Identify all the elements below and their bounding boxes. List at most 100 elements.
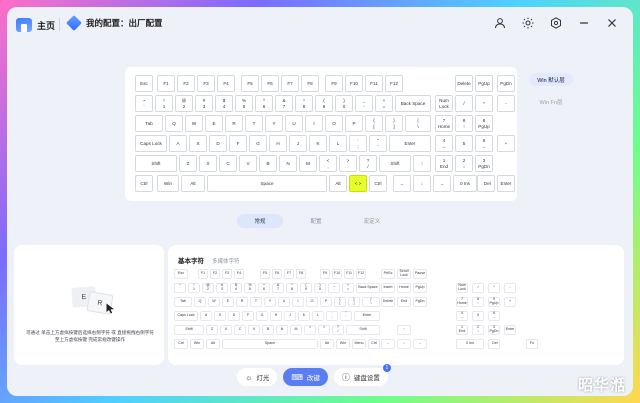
virtual-key[interactable]: F12 (385, 75, 403, 92)
virtual-key[interactable]: 6 → (475, 135, 493, 152)
library-key[interactable]: Z (206, 325, 218, 335)
virtual-key[interactable]: Alt (329, 175, 347, 192)
virtual-key[interactable]: N (279, 155, 297, 172)
library-key[interactable]: PgUp (413, 283, 427, 293)
virtual-key[interactable]: Win (157, 175, 179, 192)
virtual-key[interactable]: Tab (135, 115, 163, 132)
virtual-key[interactable]: * (475, 95, 493, 112)
library-key[interactable]: Win (190, 339, 204, 349)
library-key[interactable]: ^ 6 (258, 283, 270, 293)
library-key[interactable]: L (312, 311, 324, 321)
library-key[interactable]: * 8 (286, 283, 298, 293)
virtual-key[interactable]: F2 (177, 75, 195, 92)
virtual-key[interactable]: PgUp (475, 75, 493, 92)
library-key[interactable]: P (320, 297, 332, 307)
virtual-key[interactable]: Shift (379, 155, 411, 172)
virtual-key[interactable]: / (455, 95, 473, 112)
virtual-key[interactable]: F3 (197, 75, 215, 92)
virtual-key[interactable]: C (219, 155, 237, 172)
library-key[interactable]: Space (222, 339, 318, 349)
virtual-key[interactable]: 9 PgUp (475, 115, 493, 132)
library-key[interactable]: O (306, 297, 318, 307)
virtual-key[interactable]: " ' (369, 135, 387, 152)
library-key[interactable]: $ 4 (230, 283, 242, 293)
library-key[interactable]: Back Space (356, 283, 380, 293)
library-key[interactable]: Y (264, 297, 276, 307)
library-key[interactable]: F8 (296, 269, 306, 279)
virtual-key[interactable]: F1 (157, 75, 175, 92)
virtual-key[interactable]: P (345, 115, 363, 132)
tab-basic-chars[interactable]: 基本字符 (178, 255, 204, 265)
virtual-key[interactable]: F5 (241, 75, 259, 92)
library-key[interactable]: N (276, 325, 288, 335)
library-key[interactable]: Tab (174, 297, 192, 307)
virtual-key[interactable]: Caps Lock (135, 135, 167, 152)
library-key[interactable]: Num Lock (456, 283, 468, 293)
library-key[interactable]: F5 (260, 269, 270, 279)
home-button[interactable]: 主页 (16, 16, 55, 34)
library-key[interactable]: I (292, 297, 304, 307)
library-key[interactable]: * (488, 283, 500, 293)
virtual-key[interactable]: W (185, 115, 203, 132)
virtual-key[interactable]: @ 2 (175, 95, 193, 112)
library-key[interactable]: Ctrl (368, 339, 380, 349)
virtual-key[interactable]: { [ (365, 115, 383, 132)
library-key[interactable]: ? / (332, 325, 344, 335)
library-key[interactable]: 4 ← (456, 311, 468, 321)
library-key[interactable]: J (284, 311, 296, 321)
library-key[interactable]: Fn (526, 339, 538, 349)
virtual-key[interactable]: - (497, 95, 515, 112)
library-key[interactable]: 7 Home (456, 297, 468, 307)
library-key[interactable]: # 3 (216, 283, 228, 293)
library-key[interactable]: Win (336, 339, 350, 349)
library-key[interactable]: M (290, 325, 302, 335)
virtual-key[interactable]: X (199, 155, 217, 172)
library-key[interactable]: G (256, 311, 268, 321)
virtual-key[interactable]: 5 (455, 135, 473, 152)
library-key[interactable]: Scroll Lock (397, 269, 411, 279)
library-key[interactable]: ← (381, 339, 395, 349)
library-key[interactable]: - (504, 283, 516, 293)
library-key[interactable]: C (234, 325, 246, 335)
virtual-key[interactable]: # 3 (195, 95, 213, 112)
library-key[interactable]: F11 (344, 269, 354, 279)
virtual-key[interactable]: Shift (135, 155, 177, 172)
library-key[interactable]: A (200, 311, 212, 321)
virtual-key[interactable]: F11 (365, 75, 383, 92)
library-key[interactable]: } ] (348, 297, 360, 307)
virtual-key[interactable]: + = (375, 95, 393, 112)
library-key[interactable]: / (472, 283, 484, 293)
virtual-key[interactable]: < , (319, 155, 337, 172)
library-key[interactable]: & 7 (272, 283, 284, 293)
library-key[interactable]: Home (397, 283, 411, 293)
library-key[interactable]: Alt (206, 339, 220, 349)
library-key[interactable]: K (298, 311, 310, 321)
virtual-key[interactable]: F4 (217, 75, 235, 92)
virtual-key[interactable]: ~ ` (135, 95, 153, 112)
library-key[interactable]: { [ (334, 297, 346, 307)
library-key[interactable]: → (413, 339, 427, 349)
virtual-key[interactable]: B (259, 155, 277, 172)
library-key[interactable]: Enter (354, 311, 380, 321)
virtual-key[interactable]: | \ (405, 115, 431, 132)
library-key[interactable]: PrtSc (381, 269, 395, 279)
library-key[interactable]: : ; (326, 311, 338, 321)
virtual-key[interactable]: > . (339, 155, 357, 172)
library-key[interactable]: Alt (320, 339, 334, 349)
virtual-key[interactable]: ^ 6 (255, 95, 273, 112)
library-key[interactable]: ) 0 (314, 283, 326, 293)
virtual-key[interactable]: Space (207, 175, 327, 192)
library-key[interactable]: F4 (234, 269, 244, 279)
library-key[interactable]: ↓ (397, 339, 411, 349)
library-key[interactable]: 0 Ins (456, 339, 484, 349)
library-key[interactable]: 9 PgUp (488, 297, 500, 307)
library-key[interactable]: < , (304, 325, 316, 335)
virtual-key[interactable]: ) 0 (335, 95, 353, 112)
library-key[interactable]: > . (318, 325, 330, 335)
virtual-key[interactable]: K (309, 135, 327, 152)
library-key[interactable]: T (250, 297, 262, 307)
virtual-key[interactable]: Q (165, 115, 183, 132)
minimize-icon[interactable] (577, 16, 591, 30)
virtual-key[interactable]: ! 1 (155, 95, 173, 112)
virtual-key[interactable]: F10 (345, 75, 363, 92)
